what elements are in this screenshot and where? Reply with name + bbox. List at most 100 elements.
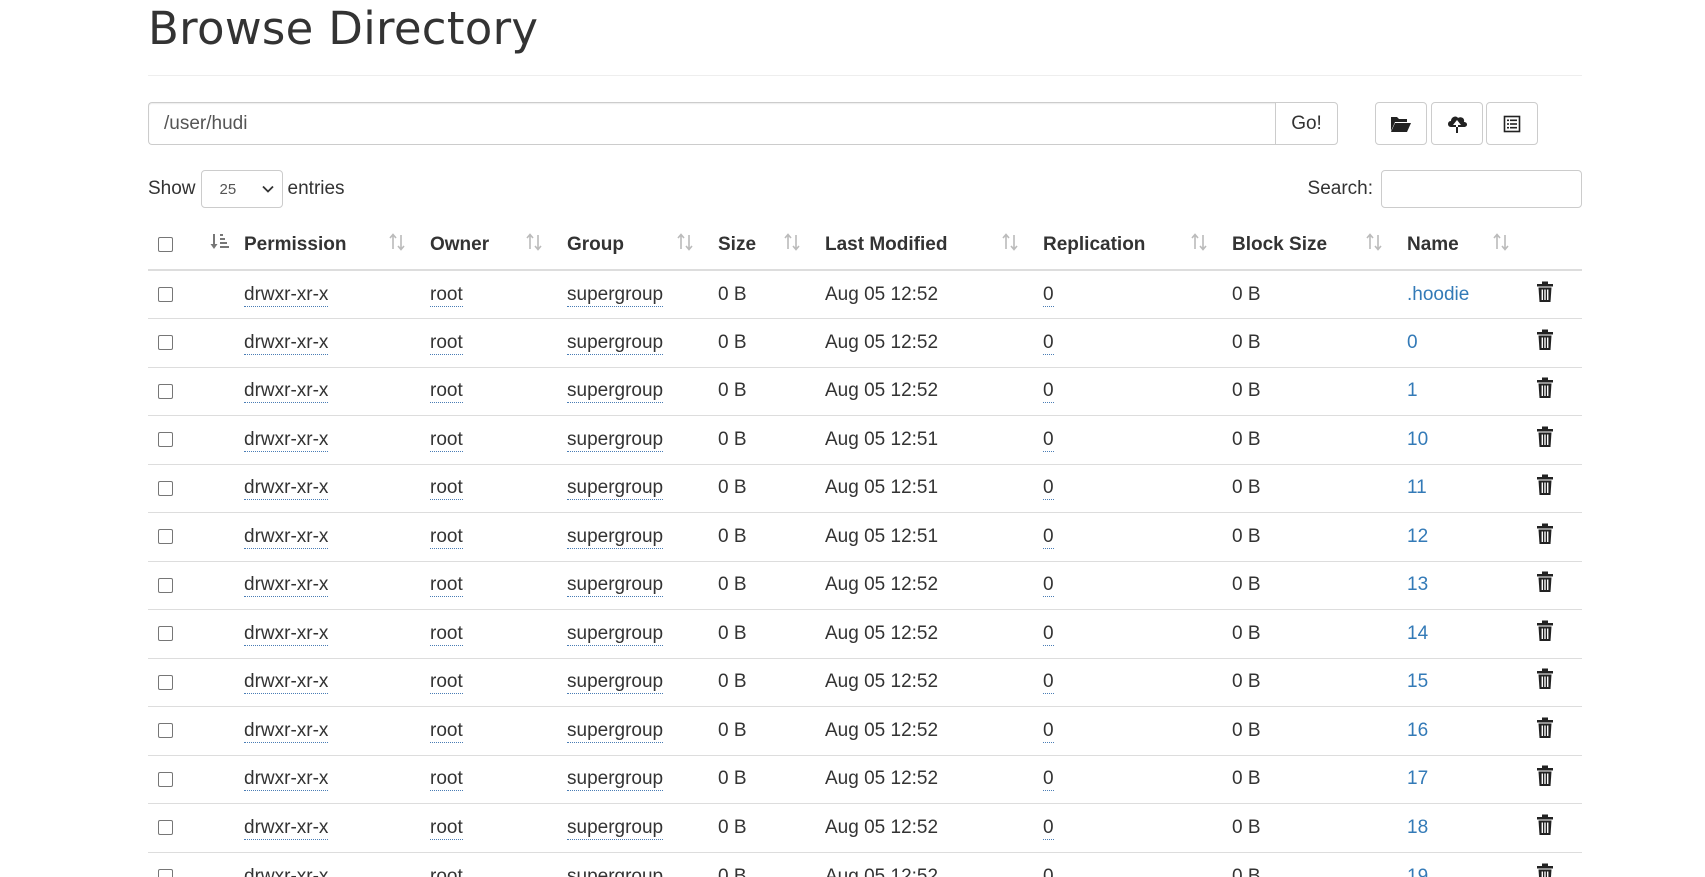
editable-permission[interactable]: drwxr-xr-x xyxy=(244,283,329,307)
entry-name-link[interactable]: 16 xyxy=(1407,720,1428,741)
column-header-last-modified[interactable]: Last Modified xyxy=(815,220,1033,271)
trash-icon[interactable] xyxy=(1536,668,1554,696)
row-checkbox[interactable] xyxy=(158,626,173,642)
editable-group[interactable]: supergroup xyxy=(567,428,664,452)
entry-name-link[interactable]: 15 xyxy=(1407,671,1428,692)
entries-per-page-select[interactable]: 25 xyxy=(200,170,283,208)
directory-path-input[interactable] xyxy=(148,102,1276,145)
editable-group[interactable]: supergroup xyxy=(567,719,664,743)
sort-column-header[interactable] xyxy=(192,220,234,271)
entry-name-link[interactable]: 12 xyxy=(1407,526,1428,547)
editable-replication[interactable]: 0 xyxy=(1043,283,1054,307)
editable-owner[interactable]: root xyxy=(430,428,463,452)
entry-name-link[interactable]: 14 xyxy=(1407,623,1428,644)
trash-icon[interactable] xyxy=(1536,765,1554,793)
editable-owner[interactable]: root xyxy=(430,816,463,840)
editable-group[interactable]: supergroup xyxy=(567,622,664,646)
editable-owner[interactable]: root xyxy=(430,380,463,404)
trash-icon[interactable] xyxy=(1536,863,1554,877)
editable-group[interactable]: supergroup xyxy=(567,525,664,549)
editable-owner[interactable]: root xyxy=(430,525,463,549)
row-checkbox[interactable] xyxy=(158,432,173,448)
editable-group[interactable]: supergroup xyxy=(567,331,664,355)
editable-owner[interactable]: root xyxy=(430,331,463,355)
entry-name-link[interactable]: 1 xyxy=(1407,380,1418,401)
row-checkbox[interactable] xyxy=(158,577,173,593)
editable-owner[interactable]: root xyxy=(430,574,463,598)
trash-icon[interactable] xyxy=(1536,281,1554,309)
editable-replication[interactable]: 0 xyxy=(1043,865,1054,877)
editable-permission[interactable]: drwxr-xr-x xyxy=(244,477,329,501)
create-directory-button[interactable] xyxy=(1375,102,1427,145)
editable-replication[interactable]: 0 xyxy=(1043,380,1054,404)
entry-name-link[interactable]: 18 xyxy=(1407,817,1428,838)
trash-icon[interactable] xyxy=(1536,377,1554,405)
entry-name-link[interactable]: 11 xyxy=(1407,477,1427,498)
editable-group[interactable]: supergroup xyxy=(567,816,664,840)
row-checkbox[interactable] xyxy=(158,723,173,739)
editable-permission[interactable]: drwxr-xr-x xyxy=(244,671,329,695)
editable-group[interactable]: supergroup xyxy=(567,574,664,598)
select-all-checkbox[interactable] xyxy=(158,236,173,252)
row-checkbox[interactable] xyxy=(158,335,173,351)
trash-icon[interactable] xyxy=(1536,814,1554,842)
cut-paste-button[interactable] xyxy=(1486,102,1538,145)
trash-icon[interactable] xyxy=(1536,620,1554,648)
editable-permission[interactable]: drwxr-xr-x xyxy=(244,865,329,877)
editable-replication[interactable]: 0 xyxy=(1043,622,1054,646)
trash-icon[interactable] xyxy=(1536,571,1554,599)
editable-owner[interactable]: root xyxy=(430,283,463,307)
trash-icon[interactable] xyxy=(1536,426,1554,454)
editable-permission[interactable]: drwxr-xr-x xyxy=(244,719,329,743)
editable-permission[interactable]: drwxr-xr-x xyxy=(244,816,329,840)
column-header-owner[interactable]: Owner xyxy=(420,220,557,271)
editable-owner[interactable]: root xyxy=(430,477,463,501)
search-input[interactable] xyxy=(1381,170,1582,208)
editable-replication[interactable]: 0 xyxy=(1043,671,1054,695)
editable-replication[interactable]: 0 xyxy=(1043,719,1054,743)
column-header-name[interactable]: Name xyxy=(1397,220,1524,271)
editable-permission[interactable]: drwxr-xr-x xyxy=(244,331,329,355)
editable-replication[interactable]: 0 xyxy=(1043,525,1054,549)
entry-name-link[interactable]: 17 xyxy=(1407,768,1428,789)
editable-permission[interactable]: drwxr-xr-x xyxy=(244,622,329,646)
entry-name-link[interactable]: .hoodie xyxy=(1407,284,1469,305)
row-checkbox[interactable] xyxy=(158,771,173,787)
editable-replication[interactable]: 0 xyxy=(1043,816,1054,840)
editable-owner[interactable]: root xyxy=(430,865,463,877)
editable-replication[interactable]: 0 xyxy=(1043,331,1054,355)
column-header-group[interactable]: Group xyxy=(557,220,708,271)
trash-icon[interactable] xyxy=(1536,717,1554,745)
editable-permission[interactable]: drwxr-xr-x xyxy=(244,428,329,452)
trash-icon[interactable] xyxy=(1536,523,1554,551)
column-header-replication[interactable]: Replication xyxy=(1033,220,1222,271)
editable-group[interactable]: supergroup xyxy=(567,283,664,307)
entry-name-link[interactable]: 10 xyxy=(1407,429,1428,450)
entry-name-link[interactable]: 0 xyxy=(1407,332,1418,353)
editable-replication[interactable]: 0 xyxy=(1043,428,1054,452)
row-checkbox[interactable] xyxy=(158,480,173,496)
editable-owner[interactable]: root xyxy=(430,768,463,792)
editable-owner[interactable]: root xyxy=(430,671,463,695)
editable-replication[interactable]: 0 xyxy=(1043,768,1054,792)
row-checkbox[interactable] xyxy=(158,674,173,690)
row-checkbox[interactable] xyxy=(158,820,173,836)
editable-owner[interactable]: root xyxy=(430,622,463,646)
column-header-size[interactable]: Size xyxy=(708,220,815,271)
upload-files-button[interactable] xyxy=(1431,102,1483,145)
editable-owner[interactable]: root xyxy=(430,719,463,743)
trash-icon[interactable] xyxy=(1536,474,1554,502)
row-checkbox[interactable] xyxy=(158,868,173,877)
editable-replication[interactable]: 0 xyxy=(1043,477,1054,501)
row-checkbox[interactable] xyxy=(158,286,173,302)
column-header-permission[interactable]: Permission xyxy=(234,220,420,271)
editable-group[interactable]: supergroup xyxy=(567,380,664,404)
trash-icon[interactable] xyxy=(1536,329,1554,357)
editable-permission[interactable]: drwxr-xr-x xyxy=(244,574,329,598)
entry-name-link[interactable]: 19 xyxy=(1407,866,1428,877)
row-checkbox[interactable] xyxy=(158,383,173,399)
editable-group[interactable]: supergroup xyxy=(567,865,664,877)
editable-group[interactable]: supergroup xyxy=(567,768,664,792)
editable-permission[interactable]: drwxr-xr-x xyxy=(244,380,329,404)
editable-group[interactable]: supergroup xyxy=(567,671,664,695)
